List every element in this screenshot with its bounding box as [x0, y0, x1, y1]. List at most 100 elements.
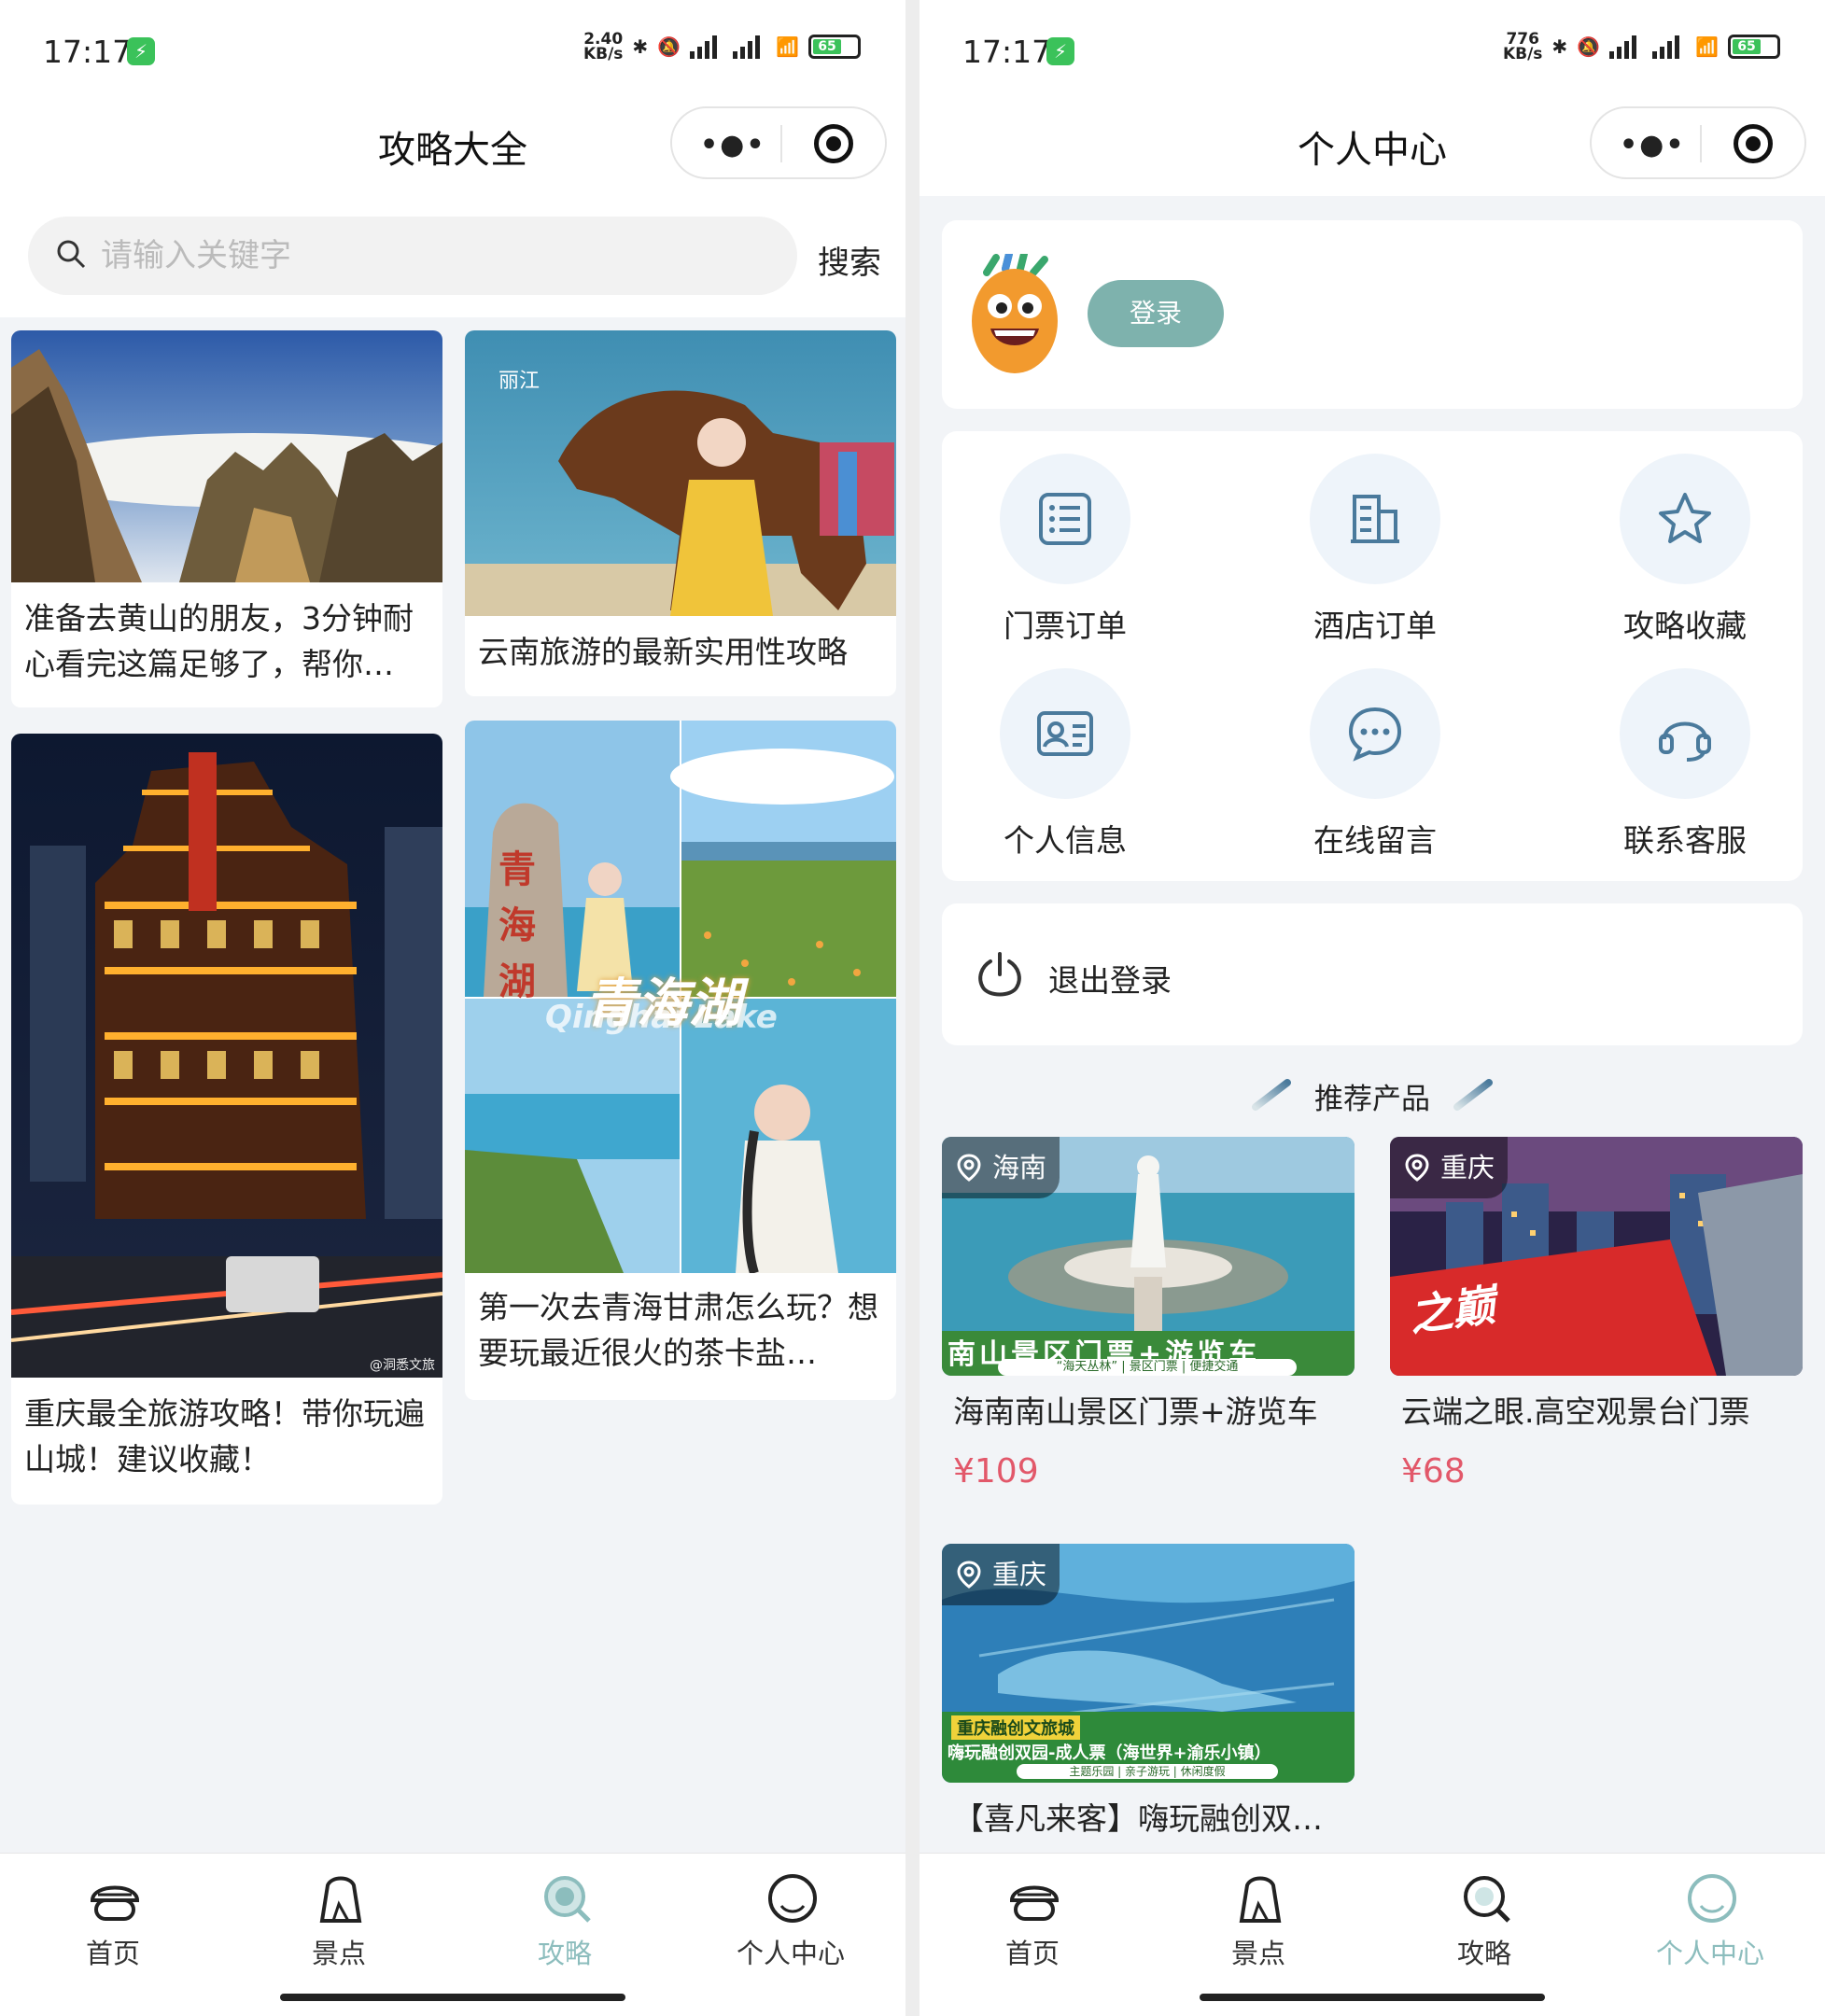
- menu-customer-service[interactable]: 联系客服: [1592, 668, 1778, 859]
- net-speed: 2.40 KB/s: [583, 30, 624, 63]
- image-watermark: @洞悉文旅: [370, 1358, 435, 1373]
- profile-icon: [1688, 1874, 1736, 1923]
- home-icon: [1009, 1885, 1060, 1921]
- tab-label: 首页: [1004, 1938, 1060, 1969]
- logout-label: 退出登录: [1048, 962, 1172, 999]
- signal-icon: [690, 35, 723, 59]
- tab-label: 首页: [85, 1938, 140, 1969]
- tab-label: 景点: [311, 1938, 366, 1969]
- chat-bubble-icon: [1348, 707, 1402, 762]
- status-bar: 17:17 ⚡ 776 KB/s ✱ 🔕 📶 65: [920, 0, 1825, 103]
- close-target-icon[interactable]: [1734, 124, 1773, 163]
- menu-ticket-orders[interactable]: 门票订单: [972, 454, 1158, 644]
- tab-guide[interactable]: 攻略: [452, 1854, 678, 1969]
- product-image: 之巅 重庆: [1390, 1137, 1803, 1376]
- nav-bar: 攻略大全 •●•: [0, 103, 905, 196]
- bluetooth-icon: ✱: [632, 35, 649, 58]
- product-banner: 之巅: [1406, 1279, 1498, 1342]
- guide-card-huangshan[interactable]: 准备去黄山的朋友，3分钟耐心看完这篇足够了，帮你…: [11, 330, 442, 707]
- guide-card-chongqing[interactable]: @洞悉文旅 重庆最全旅游攻略！带你玩遍山城！建议收藏！: [11, 734, 442, 1505]
- wifi-icon: 📶: [1695, 35, 1719, 58]
- decor-slash-icon: [1453, 1079, 1493, 1111]
- product-name: 海南南山景区门票+游览车: [953, 1393, 1318, 1430]
- power-icon: [978, 952, 1021, 997]
- guide-image-huangshan: [11, 330, 442, 582]
- more-icon[interactable]: •●•: [1620, 129, 1684, 161]
- tab-home[interactable]: 首页: [0, 1854, 226, 1969]
- home-indicator[interactable]: [280, 1994, 625, 2001]
- id-card-icon: [1037, 711, 1093, 756]
- mute-icon: 🔕: [1577, 35, 1601, 58]
- product-image: 重庆融创文旅城 嗨玩融创双园-成人票（海世界+渝乐小镇） 主题乐园 | 亲子游玩…: [942, 1544, 1355, 1783]
- menu-label: 联系客服: [1623, 822, 1747, 859]
- status-bar: 17:17 ⚡ 2.40 KB/s ✱ 🔕 📶 65: [0, 0, 905, 103]
- product-card[interactable]: 南山景区门票+游览车 “海天丛林” | 景区门票 | 便捷交通 海南 海南南山景…: [942, 1137, 1355, 1510]
- guide-search-icon: [544, 1876, 591, 1923]
- close-target-icon[interactable]: [814, 124, 853, 163]
- mute-icon: 🔕: [657, 35, 681, 58]
- menu-hotel-orders[interactable]: 酒店订单: [1282, 454, 1468, 644]
- login-button[interactable]: 登录: [1088, 280, 1224, 347]
- guide-card-qinghai[interactable]: 青海湖 青海湖 Qinghai Lake 第一次去青海甘肃怎么玩？想要玩最近很火…: [465, 721, 896, 1400]
- tab-label: 攻略: [537, 1938, 592, 1969]
- tab-label: 个人中心: [736, 1938, 845, 1969]
- mini-program-capsule: •●•: [670, 106, 887, 179]
- recommend-title: 推荐产品: [1314, 1083, 1430, 1116]
- search-box: [28, 217, 797, 295]
- menu-label: 个人信息: [1004, 822, 1127, 859]
- location-tag: 重庆: [942, 1544, 1060, 1605]
- guide-card-yunnan[interactable]: 丽江 云南旅游的最新实用性攻略: [465, 330, 896, 696]
- location-pin-icon: [1405, 1154, 1429, 1182]
- bluetooth-icon: ✱: [1551, 35, 1568, 58]
- guide-search-icon: [1464, 1876, 1510, 1923]
- profile-screen: 17:17 ⚡ 776 KB/s ✱ 🔕 📶 65 个人中心 •●• 登录 门票…: [920, 0, 1825, 2016]
- signal-icon: [1652, 35, 1686, 59]
- tab-profile[interactable]: 个人中心: [678, 1854, 904, 1969]
- hotel-building-icon: [1351, 495, 1399, 543]
- status-time: 17:17: [962, 34, 1052, 70]
- product-banner: 重庆融创文旅城: [951, 1715, 1080, 1740]
- tab-scenic[interactable]: 景点: [226, 1854, 452, 1969]
- user-panel: 登录: [942, 220, 1803, 409]
- location-pin-icon: [957, 1154, 981, 1182]
- signal-icon: [1609, 35, 1643, 59]
- tab-scenic[interactable]: 景点: [1145, 1854, 1371, 1969]
- charging-icon: ⚡: [127, 37, 155, 65]
- wifi-icon: 📶: [776, 35, 799, 58]
- product-banner-sub2: 主题乐园 | 亲子游玩 | 休闲度假: [1017, 1764, 1278, 1779]
- tab-label: 个人中心: [1655, 1938, 1764, 1969]
- scenic-icon: [1239, 1876, 1282, 1923]
- guide-title: 重庆最全旅游攻略！带你玩遍山城！建议收藏！: [24, 1395, 425, 1477]
- status-time: 17:17: [43, 34, 133, 70]
- location-pin-icon: [957, 1561, 981, 1589]
- menu-guide-favorites[interactable]: 攻略收藏: [1592, 454, 1778, 644]
- guide-title: 第一次去青海甘肃怎么玩？想要玩最近很火的茶卡盐…: [478, 1289, 878, 1371]
- tab-guide[interactable]: 攻略: [1371, 1854, 1597, 1969]
- guide-title: 准备去黄山的朋友，3分钟耐心看完这篇足够了，帮你…: [24, 600, 414, 682]
- menu-label: 酒店订单: [1313, 608, 1437, 644]
- guide-image-chongqing: [11, 734, 442, 1378]
- home-icon: [90, 1885, 140, 1921]
- product-image: 南山景区门票+游览车 “海天丛林” | 景区门票 | 便捷交通 海南: [942, 1137, 1355, 1376]
- tab-label: 景点: [1230, 1938, 1285, 1969]
- menu-label: 在线留言: [1313, 822, 1437, 859]
- product-card[interactable]: 之巅 重庆 云端之眼.高空观景台门票 ¥68: [1390, 1137, 1803, 1510]
- menu-personal-info[interactable]: 个人信息: [972, 668, 1158, 859]
- menu-online-message[interactable]: 在线留言: [1282, 668, 1468, 859]
- image-stone-text: 青海湖: [498, 847, 536, 1003]
- star-icon: [1659, 493, 1711, 543]
- guide-title: 云南旅游的最新实用性攻略: [478, 634, 848, 670]
- logout-row[interactable]: 退出登录: [942, 903, 1803, 1045]
- search-button[interactable]: 搜索: [818, 237, 881, 283]
- product-banner-sub: 嗨玩融创双园-成人票（海世界+渝乐小镇）: [948, 1743, 1271, 1763]
- more-icon[interactable]: •●•: [700, 129, 765, 161]
- battery-icon: 65: [1728, 35, 1780, 59]
- search-bar: 搜索: [0, 196, 905, 317]
- tab-profile[interactable]: 个人中心: [1597, 1854, 1823, 1969]
- home-indicator[interactable]: [1200, 1994, 1545, 2001]
- product-name: 【喜凡来客】嗨玩融创双…: [953, 1800, 1323, 1837]
- product-card[interactable]: 重庆融创文旅城 嗨玩融创双园-成人票（海世界+渝乐小镇） 主题乐园 | 亲子游玩…: [942, 1544, 1355, 1842]
- menu-panel: 门票订单 酒店订单 攻略收藏 个人信息 在线留言 联系客服: [942, 431, 1803, 881]
- search-input[interactable]: [101, 233, 754, 278]
- tab-home[interactable]: 首页: [920, 1854, 1145, 1969]
